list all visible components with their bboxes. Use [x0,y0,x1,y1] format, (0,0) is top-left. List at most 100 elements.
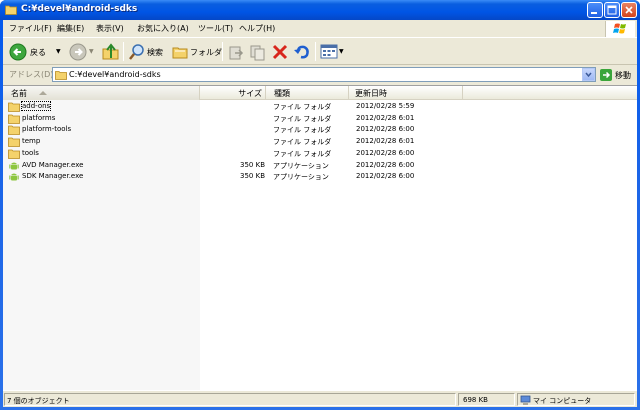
search-icon [129,44,144,60]
menu-edit[interactable]: 編集(E) [57,23,84,34]
menu-favorites[interactable]: お気に入り(A) [137,23,189,34]
folders-button[interactable]: フォルダ [170,41,222,63]
file-row[interactable]: platforms ファイル フォルダ 2012/02/28 6:01 [3,113,637,125]
folder-icon [8,149,20,159]
title-bar[interactable]: C:¥devel¥android-sdks [0,0,640,20]
file-type: ファイル フォルダ [273,126,332,135]
file-name: AVD Manager.exe [22,160,84,169]
file-modified: 2012/02/28 6:00 [356,160,415,169]
column-header-name-label: 名前 [11,89,27,98]
menu-help[interactable]: ヘルプ(H) [239,23,275,34]
views-button[interactable]: ▼ [319,41,345,63]
views-dropdown-icon[interactable]: ▼ [339,48,344,55]
close-button[interactable] [621,2,637,18]
address-label: アドレス(D) [9,70,54,79]
toolbar-separator [222,42,223,61]
maximize-icon [607,5,617,15]
window-client: ファイル(F) 編集(E) 表示(V) お気に入り(A) ツール(T) ヘルプ(… [3,20,637,407]
file-modified: 2012/02/28 5:59 [356,102,415,110]
delete-icon [272,44,288,60]
toolbar: 戻る ▼ ▼ 検索 フォルダ ▼ [3,39,637,65]
status-location: マイ コンピュータ [533,397,592,405]
folder-icon [8,125,20,136]
folder-up-icon [102,43,119,60]
menu-bar: ファイル(F) 編集(E) 表示(V) お気に入り(A) ツール(T) ヘルプ(… [3,20,637,38]
file-row[interactable]: SDK Manager.exe 350 KB アプリケーション 2012/02/28 … [3,171,637,183]
go-button[interactable]: 移動 [615,70,631,81]
file-row[interactable]: temp ファイル フォルダ 2012/02/28 6:01 [3,136,637,148]
file-type: ファイル フォルダ [273,138,332,147]
column-header-size-label: サイズ [238,89,262,98]
minimize-button[interactable] [587,2,603,18]
status-bar: 7 個のオブジェクト 698 KB マイ コンピュータ [3,390,637,407]
back-dropdown-icon[interactable]: ▼ [56,48,61,55]
back-button[interactable]: 戻る ▼ [7,41,65,63]
column-header-name[interactable]: 名前 [3,86,200,100]
address-input[interactable]: C:¥devel¥android-sdks [52,67,596,82]
address-bar: アドレス(D) C:¥devel¥android-sdks 移動 [3,66,637,84]
move-to-icon [229,46,244,60]
menu-view[interactable]: 表示(V) [96,23,124,34]
minimize-icon [591,12,597,14]
column-header-type[interactable]: 種類 [266,86,349,100]
explorer-window: C:¥devel¥android-sdks ファイル(F) 編集(E) 表示(V… [0,0,640,410]
chevron-down-icon [585,72,592,78]
move-to-button[interactable] [226,41,246,63]
file-modified: 2012/02/28 6:00 [356,148,415,157]
menu-file[interactable]: ファイル(F) [9,23,52,34]
folder-icon [5,5,17,15]
column-header-modified[interactable]: 更新日時 [349,86,463,100]
file-type: ファイル フォルダ [273,114,332,123]
column-header-type-label: 種類 [274,89,290,98]
forward-dropdown-icon[interactable]: ▼ [89,48,94,55]
folder-icon [55,71,67,80]
folder-icon [8,102,20,112]
file-size: 350 KB [240,160,265,169]
android-icon [9,173,19,181]
address-value: C:¥devel¥android-sdks [69,70,161,79]
file-row[interactable]: platform-tools ファイル フォルダ 2012/02/28 6:00 [3,124,637,136]
file-name: platforms [22,113,56,122]
up-button[interactable] [100,41,120,63]
column-header-size[interactable]: サイズ [200,86,266,100]
search-label: 検索 [147,48,163,57]
folder-icon [8,137,20,147]
file-modified: 2012/02/28 6:00 [356,125,415,134]
forward-button[interactable]: ▼ [67,41,97,63]
folders-label: フォルダ [190,48,222,57]
file-modified: 2012/02/28 6:00 [356,172,415,181]
window-title: C:¥devel¥android-sdks [21,4,138,14]
file-name: platform-tools [22,125,72,134]
file-size: 350 KB [240,172,265,181]
sort-ascending-icon [39,91,47,95]
back-label: 戻る [30,48,46,57]
status-total-size: 698 KB [463,396,488,404]
file-type: アプリケーション [273,173,329,182]
file-name: SDK Manager.exe [22,172,84,181]
status-pane-objects: 7 個のオブジェクト [4,393,456,406]
folder-icon [8,114,20,124]
status-object-count: 7 個のオブジェクト [7,397,70,405]
file-type: ファイル フォルダ [273,149,332,158]
file-list-view[interactable]: 名前 サイズ 種類 更新日時 add-ons ファイル フォルダ 2012/02/2… [3,85,637,391]
maximize-button[interactable] [604,2,620,18]
file-name: tools [22,148,39,157]
file-row[interactable]: add-ons ファイル フォルダ 2012/02/28 5:59 [3,101,637,113]
back-arrow-icon [9,43,27,61]
file-type: アプリケーション [273,161,329,170]
file-type: ファイル フォルダ [273,103,332,111]
search-button[interactable]: 検索 [127,41,167,63]
file-row[interactable]: tools ファイル フォルダ 2012/02/28 6:00 [3,148,637,160]
forward-arrow-icon [69,43,87,61]
delete-button[interactable] [270,41,290,63]
address-dropdown-button[interactable] [582,68,595,81]
undo-button[interactable] [292,41,312,63]
views-icon [320,44,338,59]
menu-tools[interactable]: ツール(T) [198,23,233,34]
file-modified: 2012/02/28 6:01 [356,137,415,146]
file-row[interactable]: AVD Manager.exe 350 KB アプリケーション 2012/02/28 … [3,160,637,172]
go-arrow-icon[interactable] [600,69,612,81]
column-header-modified-label: 更新日時 [355,89,387,98]
status-pane-location: マイ コンピュータ [517,393,635,406]
copy-to-button[interactable] [248,41,268,63]
